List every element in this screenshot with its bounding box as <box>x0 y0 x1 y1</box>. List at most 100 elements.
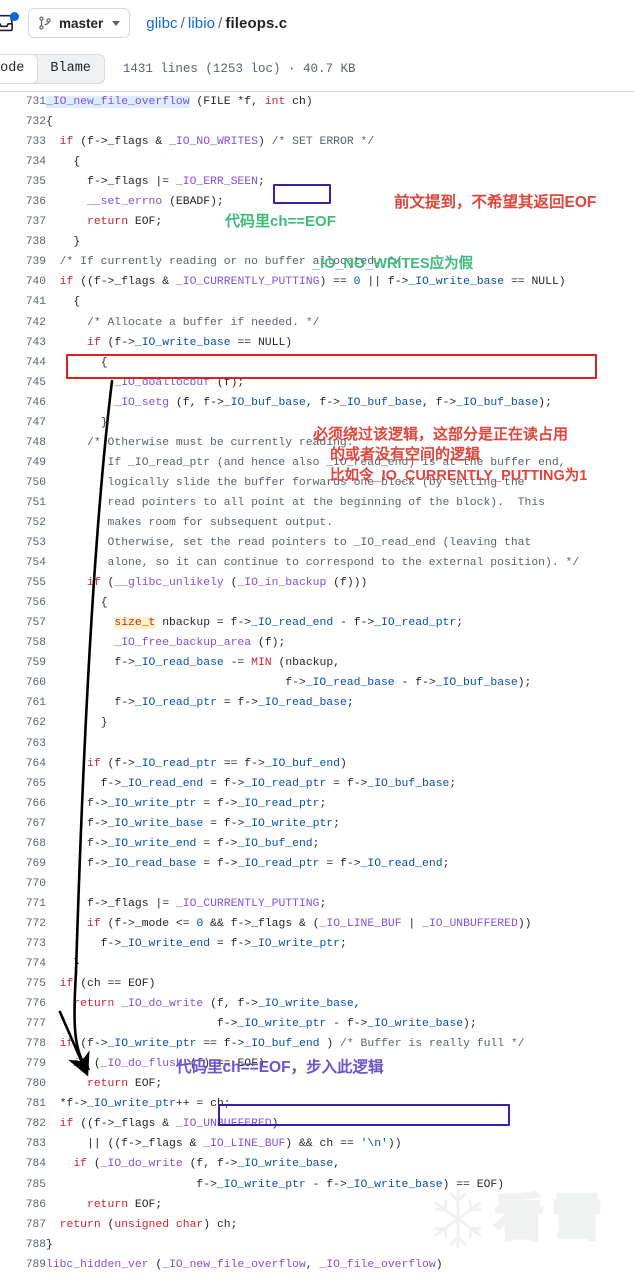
line-number[interactable]: 764 <box>0 754 46 774</box>
code-line: 753 Otherwise, set the read pointers to … <box>0 533 634 553</box>
code-line: 784 if (_IO_do_write (f, f->_IO_write_ba… <box>0 1154 634 1174</box>
line-number[interactable]: 771 <box>0 894 46 914</box>
line-number[interactable]: 782 <box>0 1114 46 1134</box>
line-number[interactable]: 750 <box>0 473 46 493</box>
line-number[interactable]: 772 <box>0 914 46 934</box>
line-number[interactable]: 746 <box>0 393 46 413</box>
git-branch-icon <box>38 16 52 30</box>
code-line: 781 *f->_IO_write_ptr++ = ch; <box>0 1094 634 1114</box>
line-content: /* If currently reading or no buffer all… <box>59 256 402 269</box>
line-number[interactable]: 751 <box>0 493 46 513</box>
code-line: 789 libc_hidden_ver (_IO_new_file_overflo… <box>0 1255 634 1275</box>
line-number[interactable]: 737 <box>0 212 46 232</box>
line-number[interactable]: 777 <box>0 1014 46 1034</box>
line-number[interactable]: 779 <box>0 1054 46 1074</box>
line-number[interactable]: 756 <box>0 593 46 613</box>
line-number[interactable]: 758 <box>0 633 46 653</box>
line-number[interactable]: 775 <box>0 974 46 994</box>
line-number[interactable]: 739 <box>0 252 46 272</box>
code-line: 731 _IO_new_file_overflow (FILE *f, int c… <box>0 92 634 112</box>
line-number[interactable]: 761 <box>0 693 46 713</box>
line-number[interactable]: 765 <box>0 774 46 794</box>
line-number[interactable]: 781 <box>0 1094 46 1114</box>
line-number[interactable]: 783 <box>0 1134 46 1154</box>
code-line: 775 if (ch == EOF) <box>0 974 634 994</box>
code-line: 749 If _IO_read_ptr (and hence also _IO_… <box>0 453 634 473</box>
line-number[interactable]: 754 <box>0 553 46 573</box>
breadcrumb-separator-1: / <box>180 14 185 32</box>
line-number[interactable]: 732 <box>0 112 46 132</box>
line-number[interactable]: 733 <box>0 132 46 152</box>
line-number[interactable]: 774 <box>0 954 46 974</box>
line-number[interactable]: 768 <box>0 834 46 854</box>
line-number[interactable]: 735 <box>0 172 46 192</box>
line-number[interactable]: 753 <box>0 533 46 553</box>
line-number[interactable]: 752 <box>0 513 46 533</box>
line-number[interactable]: 784 <box>0 1154 46 1174</box>
code-line: 732{ <box>0 112 634 132</box>
line-content: _IO_new_file_overflow (FILE *f, int ch) <box>46 96 313 108</box>
line-number[interactable]: 742 <box>0 313 46 333</box>
line-number[interactable]: 766 <box>0 794 46 814</box>
line-content: } <box>100 416 108 429</box>
line-number[interactable]: 745 <box>0 373 46 393</box>
code-line: 768 f->_IO_write_end = f->_IO_buf_end; <box>0 834 634 854</box>
line-content: if (f->_IO_write_base == NULL) <box>87 336 293 349</box>
line-number[interactable]: 770 <box>0 874 46 894</box>
line-number[interactable]: 789 <box>0 1255 46 1275</box>
line-number[interactable]: 757 <box>0 613 46 633</box>
line-number[interactable]: 785 <box>0 1175 46 1195</box>
line-content <box>46 734 634 754</box>
line-number[interactable]: 787 <box>0 1215 46 1235</box>
line-content: if (f->_IO_read_ptr == f->_IO_buf_end) <box>87 757 347 770</box>
chevron-down-icon <box>112 20 121 26</box>
line-number[interactable]: 748 <box>0 433 46 453</box>
code-line: 738 } <box>0 232 634 252</box>
code-viewer[interactable]: 731 _IO_new_file_overflow (FILE *f, int c… <box>0 92 634 1281</box>
line-number[interactable]: 740 <box>0 272 46 292</box>
line-content: If _IO_read_ptr (and hence also _IO_read… <box>46 456 566 469</box>
line-number[interactable]: 769 <box>0 854 46 874</box>
line-number[interactable]: 762 <box>0 713 46 733</box>
line-number[interactable]: 773 <box>0 934 46 954</box>
line-content: return _IO_do_write (f, f->_IO_write_bas… <box>73 998 361 1011</box>
code-line: 771 f->_flags |= _IO_CURRENTLY_PUTTING; <box>0 894 634 914</box>
line-content: f->_IO_read_base -= MIN (nbackup, <box>114 657 341 670</box>
line-number[interactable]: 736 <box>0 192 46 212</box>
line-content: __set_errno (EBADF); <box>87 196 224 209</box>
breadcrumb-current-file: fileops.c <box>225 14 288 32</box>
code-line: 746 _IO_setg (f, f->_IO_buf_base, f->_IO… <box>0 393 634 413</box>
line-number[interactable]: 741 <box>0 292 46 312</box>
line-content: return (unsigned char) ch; <box>59 1218 238 1231</box>
line-number[interactable]: 755 <box>0 573 46 593</box>
branch-selector-button[interactable]: master <box>28 8 131 38</box>
tab-code[interactable]: Code <box>0 54 39 83</box>
line-number[interactable]: 744 <box>0 353 46 373</box>
line-number[interactable]: 788 <box>0 1235 46 1255</box>
line-number[interactable]: 738 <box>0 232 46 252</box>
line-number[interactable]: 786 <box>0 1195 46 1215</box>
line-number[interactable]: 743 <box>0 333 46 353</box>
tab-blame[interactable]: Blame <box>37 55 104 83</box>
line-number[interactable]: 759 <box>0 653 46 673</box>
line-content: f->_IO_write_base = f->_IO_write_ptr; <box>87 817 340 830</box>
line-content: return EOF; <box>87 216 163 229</box>
code-line: 752 makes room for subsequent output. <box>0 513 634 533</box>
breadcrumb-repo-link[interactable]: glibc <box>146 15 177 32</box>
line-number[interactable]: 776 <box>0 994 46 1014</box>
line-number[interactable]: 780 <box>0 1074 46 1094</box>
line-number[interactable]: 749 <box>0 453 46 473</box>
line-content: return EOF; <box>87 1198 163 1211</box>
code-line: 743 if (f->_IO_write_base == NULL) <box>0 333 634 353</box>
line-content: || ((f->_flags & _IO_LINE_BUF) && ch == … <box>87 1138 402 1151</box>
line-number[interactable]: 763 <box>0 734 46 754</box>
line-number[interactable]: 778 <box>0 1034 46 1054</box>
breadcrumb-dir-link[interactable]: libio <box>188 15 215 32</box>
inbox-icon[interactable] <box>0 10 19 36</box>
line-number[interactable]: 731 <box>0 92 46 112</box>
line-number[interactable]: 760 <box>0 673 46 693</box>
line-number[interactable]: 767 <box>0 814 46 834</box>
line-number[interactable]: 734 <box>0 152 46 172</box>
line-content: f->_IO_write_end = f->_IO_write_ptr; <box>100 937 347 950</box>
line-number[interactable]: 747 <box>0 413 46 433</box>
